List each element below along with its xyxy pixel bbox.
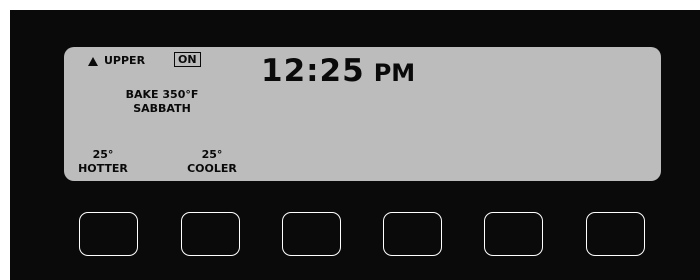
softkey-2-button[interactable] [181, 212, 240, 256]
oven-label: UPPER [104, 54, 146, 67]
softkey-label-cooler-amount: 25° [201, 148, 223, 161]
softkey-1-button[interactable] [79, 212, 138, 256]
clock: 12:25 PM [261, 52, 415, 92]
mode-line-sabbath: SABBATH [133, 102, 191, 115]
control-panel: UPPER ON 12:25 PM BAKE 350°F SABBATH 25°… [10, 10, 700, 280]
softkey-4-button[interactable] [383, 212, 442, 256]
softkey-5-button[interactable] [484, 212, 543, 256]
softkey-label-cooler: 25° COOLER [177, 148, 247, 176]
softkey-6-button[interactable] [586, 212, 645, 256]
cooking-mode: BAKE 350°F SABBATH [122, 88, 202, 116]
softkey-label-hotter: 25° HOTTER [68, 148, 138, 176]
mode-line-bake: BAKE 350°F [125, 88, 199, 101]
softkey-row [10, 212, 700, 262]
softkey-label-cooler-text: COOLER [187, 162, 237, 175]
softkey-label-hotter-amount: 25° [92, 148, 114, 161]
triangle-up-icon [88, 56, 98, 66]
clock-time: 12:25 [261, 53, 365, 89]
clock-period: PM [373, 59, 416, 87]
lcd-display: UPPER ON 12:25 PM BAKE 350°F SABBATH 25°… [64, 47, 661, 181]
softkey-3-button[interactable] [282, 212, 341, 256]
status-badge: ON [174, 52, 201, 67]
softkey-label-hotter-text: HOTTER [78, 162, 128, 175]
oven-indicator: UPPER [88, 54, 145, 68]
